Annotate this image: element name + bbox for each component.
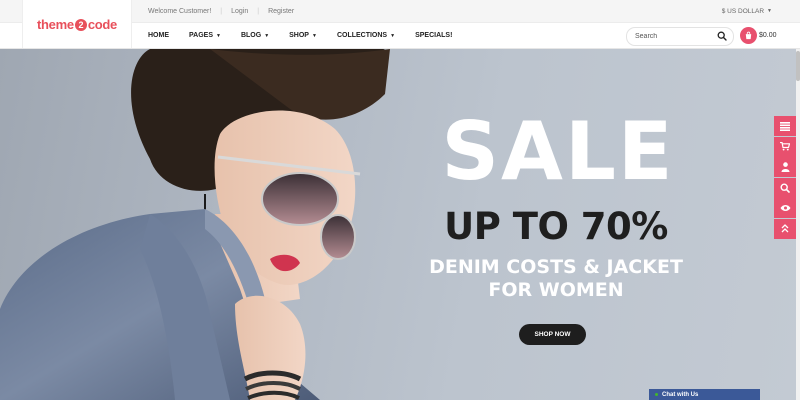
chat-label: Chat with Us — [662, 391, 699, 398]
currency-label: $ US DOLLAR — [721, 7, 765, 15]
register-link[interactable]: Register — [268, 8, 294, 15]
logo-text-theme: theme — [37, 16, 74, 32]
shop-now-button[interactable]: SHOP NOW — [519, 324, 586, 345]
page-scrollbar[interactable] — [796, 49, 800, 400]
eye-icon[interactable] — [774, 198, 796, 218]
list-icon[interactable] — [774, 116, 796, 136]
cart-icon[interactable] — [774, 136, 796, 157]
user-icon[interactable] — [774, 157, 796, 177]
search-icon[interactable] — [717, 31, 727, 41]
chevrons-up-icon[interactable] — [774, 218, 796, 239]
welcome-text: Welcome Customer! — [148, 7, 212, 15]
divider: | — [257, 7, 260, 15]
currency-selector[interactable]: $ US DOLLAR ▼ — [722, 0, 772, 22]
logo[interactable]: theme 2 code — [37, 17, 117, 32]
cart-button[interactable]: $0.00 — [740, 27, 777, 44]
hero-banner: SALE UP TO 70% DENIM COSTS & JACKET FOR … — [0, 49, 796, 400]
hero-description-line: FOR WOMEN — [488, 279, 624, 301]
chat-widget[interactable]: Chat with Us — [649, 389, 760, 400]
nav-item-shop[interactable]: SHOP ▼ — [289, 32, 317, 39]
main-nav: HOME PAGES ▼ BLOG ▼ SHOP ▼ COLLECTIONS ▼ SPECIALS… — [148, 23, 472, 48]
logo-number-badge: 2 — [74, 18, 87, 31]
nav-item-specials[interactable]: SPECIALS! — [415, 32, 452, 39]
chevron-down-icon: ▼ — [264, 32, 270, 39]
nav-item-collections[interactable]: COLLECTIONS ▼ — [337, 32, 395, 39]
nav-item-label: PAGES — [189, 32, 213, 39]
nav-item-label: SPECIALS! — [415, 32, 453, 39]
side-toolbar — [774, 116, 796, 239]
nav-item-pages[interactable]: PAGES ▼ — [189, 32, 221, 39]
scrollbar-thumb[interactable] — [796, 51, 800, 81]
search-icon[interactable] — [774, 177, 796, 198]
nav-item-label: COLLECTIONS — [336, 32, 388, 39]
hero-description-line: DENIM COSTS & JACKET — [429, 256, 683, 278]
divider: | — [220, 7, 223, 15]
search-box — [626, 27, 734, 46]
chevron-down-icon: ▼ — [767, 8, 772, 14]
online-status-icon — [655, 393, 658, 396]
hero-model-image — [0, 49, 390, 400]
hero-subheadline: UP TO 70% — [444, 205, 668, 248]
chevron-down-icon: ▼ — [216, 32, 221, 39]
shopping-bag-icon — [740, 27, 757, 44]
cart-total: $0.00 — [759, 32, 777, 39]
logo-text-code: code — [87, 16, 117, 32]
chevron-down-icon: ▼ — [311, 32, 317, 39]
hero-headline: SALE — [441, 105, 675, 198]
nav-item-label: SHOP — [289, 32, 309, 39]
chevron-down-icon: ▼ — [390, 32, 396, 39]
login-link[interactable]: Login — [231, 8, 248, 15]
nav-item-label: BLOG — [240, 32, 262, 39]
nav-item-label: HOME — [148, 32, 169, 39]
hero-description: DENIM COSTS & JACKET FOR WOMEN — [420, 256, 692, 302]
nav-item-home[interactable]: HOME — [148, 32, 169, 39]
logo-container[interactable]: theme 2 code — [22, 0, 132, 48]
top-links: Welcome Customer! | Login | Register — [148, 0, 294, 22]
nav-item-blog[interactable]: BLOG ▼ — [241, 32, 269, 39]
search-input[interactable] — [635, 33, 715, 40]
